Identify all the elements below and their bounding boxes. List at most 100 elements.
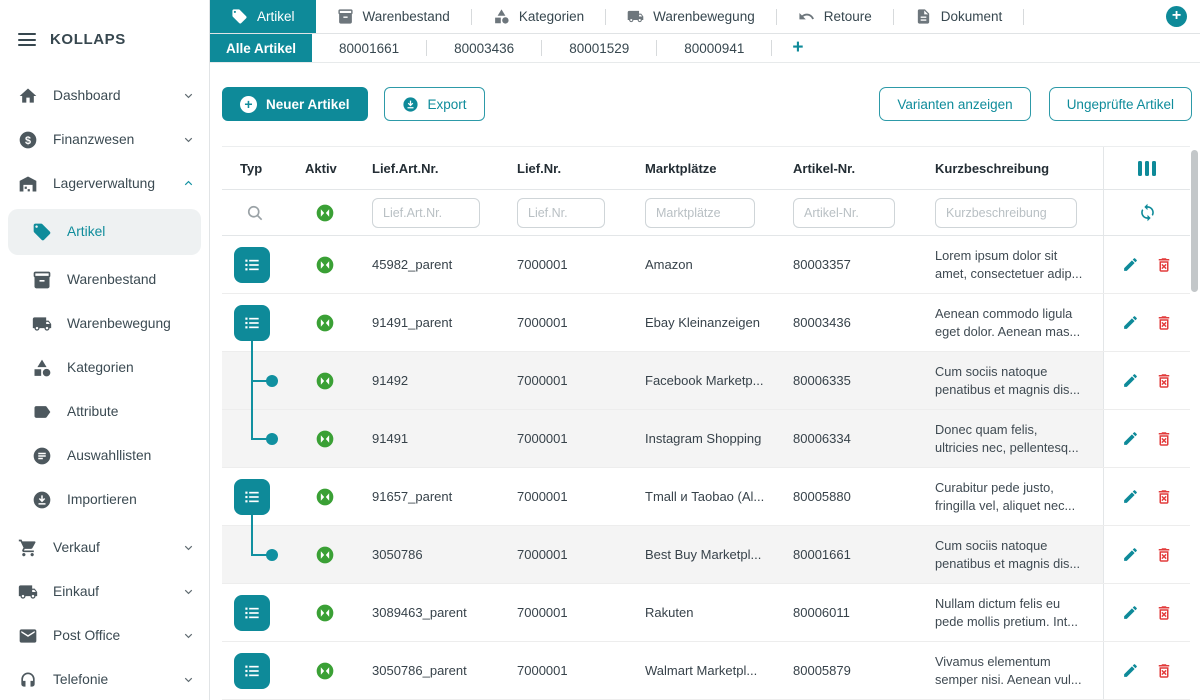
table-scrollbar[interactable] [1191,150,1198,292]
active-status-icon [315,487,335,507]
variant-list-button[interactable] [234,595,270,631]
aktiv-cell [287,526,362,583]
tab-warenbewegung[interactable]: Warenbewegung [606,0,776,33]
table-row: 3089463_parent 7000001 Rakuten 80006011 … [222,584,1190,642]
lief-nr-filter-input[interactable] [517,198,605,228]
marktplatz-cell: Amazon [635,236,783,293]
table-row: 91492 7000001 Facebook Marketp... 800063… [222,352,1190,410]
marktplaetze-filter-input[interactable] [645,198,755,228]
tree-node-dot [266,433,278,445]
delete-icon[interactable] [1155,430,1173,448]
kurzbeschreibung-cell: Nullam dictum felis eu pede mollis preti… [935,595,1078,631]
button-label: Varianten anzeigen [897,97,1012,112]
edit-icon[interactable] [1122,430,1139,447]
tab-artikel[interactable]: Artikel [210,0,316,33]
download-circle-icon [32,490,52,510]
col-header-aktiv[interactable]: Aktiv [287,161,362,176]
delete-icon[interactable] [1155,604,1173,622]
sidebar-item-kategorien[interactable]: Kategorien [0,346,209,390]
delete-icon[interactable] [1155,314,1173,332]
delete-icon[interactable] [1155,662,1173,680]
chevron-down-icon [182,673,195,686]
artikel-nr-filter-input[interactable] [793,198,895,228]
sidebar-item-importieren[interactable]: Importieren [0,478,209,522]
sidebar-item-attribute[interactable]: Attribute [0,390,209,434]
edit-icon[interactable] [1122,372,1139,389]
sidebar-item-artikel[interactable]: Artikel [8,209,201,255]
change-circle-icon[interactable] [315,203,335,223]
col-header-lief-art-nr[interactable]: Lief.Art.Nr. [362,161,507,176]
sidebar-item-auswahllisten[interactable]: Auswahllisten [0,434,209,478]
truck-icon [18,582,38,602]
brand-logo: KOLLAPS [50,31,126,48]
lief-art-nr-cell: 3050786 [362,526,507,583]
edit-icon[interactable] [1122,546,1139,563]
sidebar-item-warenbewegung[interactable]: Warenbewegung [0,302,209,346]
variant-list-button[interactable] [234,479,270,515]
col-header-artikel-nr[interactable]: Artikel-Nr. [783,161,925,176]
sidebar-item-warenbestand[interactable]: Warenbestand [0,258,209,302]
subtab-80001529[interactable]: 80001529 [542,34,656,62]
kurzbeschreibung-filter-input[interactable] [935,198,1077,228]
edit-icon[interactable] [1122,662,1139,679]
artikel-nr-cell: 80005879 [783,642,925,699]
tab-warenbestand[interactable]: Warenbestand [316,0,471,33]
tag-icon [32,222,52,242]
show-variants-button[interactable]: Varianten anzeigen [879,87,1030,121]
marktplatz-cell: Walmart Marketpl... [635,642,783,699]
edit-icon[interactable] [1122,488,1139,505]
sidebar-item-einkauf[interactable]: Einkauf [0,570,209,614]
chevron-down-icon [182,133,195,146]
sidebar-item-label: Post Office [53,628,167,643]
edit-icon[interactable] [1122,256,1139,273]
new-article-button[interactable]: + Neuer Artikel [222,87,368,121]
add-tab-button[interactable]: + [1166,6,1187,27]
refresh-icon[interactable] [1138,203,1157,222]
active-status-icon [315,661,335,681]
col-header-marktplaetze[interactable]: Marktplätze [635,161,783,176]
edit-icon[interactable] [1122,314,1139,331]
export-button[interactable]: Export [384,87,485,121]
col-header-typ[interactable]: Typ [222,161,287,176]
subtab-80003436[interactable]: 80003436 [427,34,541,62]
subtab-80001661[interactable]: 80001661 [312,34,426,62]
edit-icon[interactable] [1122,604,1139,621]
filter-cell [635,198,783,228]
download-circle-icon [402,96,419,113]
svg-text:$: $ [25,134,31,146]
variant-list-button[interactable] [234,653,270,689]
tab-kategorien[interactable]: Kategorien [472,0,605,33]
delete-icon[interactable] [1155,256,1173,274]
typ-cell [222,468,287,525]
typ-cell [222,584,287,641]
subtab-80000941[interactable]: 80000941 [657,34,771,62]
col-header-kurzbeschreibung[interactable]: Kurzbeschreibung [925,161,1103,176]
tab-dokument[interactable]: Dokument [894,0,1024,33]
unchecked-articles-button[interactable]: Ungeprüfte Artikel [1049,87,1192,121]
article-subtabbar: Alle Artikel 80001661 80003436 80001529 … [210,34,1200,63]
inventory-icon [32,270,52,290]
subtab-label: Alle Artikel [226,41,296,56]
variant-list-button[interactable] [234,247,270,283]
add-subtab-button[interactable]: + [772,34,823,62]
sidebar-item-finanzwesen[interactable]: $ Finanzwesen [0,118,209,162]
menu-icon[interactable] [18,30,36,50]
sidebar-item-lagerverwaltung[interactable]: Lagerverwaltung [0,162,209,206]
sidebar-item-telefonie[interactable]: Telefonie [0,658,209,700]
sidebar-item-post-office[interactable]: Post Office [0,614,209,658]
columns-icon[interactable] [1138,161,1157,176]
chevron-down-icon [182,541,195,554]
tab-retoure[interactable]: Retoure [777,0,893,33]
lief-art-nr-filter-input[interactable] [372,198,480,228]
search-icon[interactable] [245,203,265,223]
delete-icon[interactable] [1155,372,1173,390]
sidebar-item-verkauf[interactable]: Verkauf [0,526,209,570]
subtab-alle-artikel[interactable]: Alle Artikel [210,34,312,62]
sidebar-item-dashboard[interactable]: Dashboard [0,74,209,118]
button-label: Neuer Artikel [266,97,350,112]
aktiv-cell [287,468,362,525]
col-header-lief-nr[interactable]: Lief.Nr. [507,161,635,176]
delete-icon[interactable] [1155,488,1173,506]
variant-list-button[interactable] [234,305,270,341]
delete-icon[interactable] [1155,546,1173,564]
